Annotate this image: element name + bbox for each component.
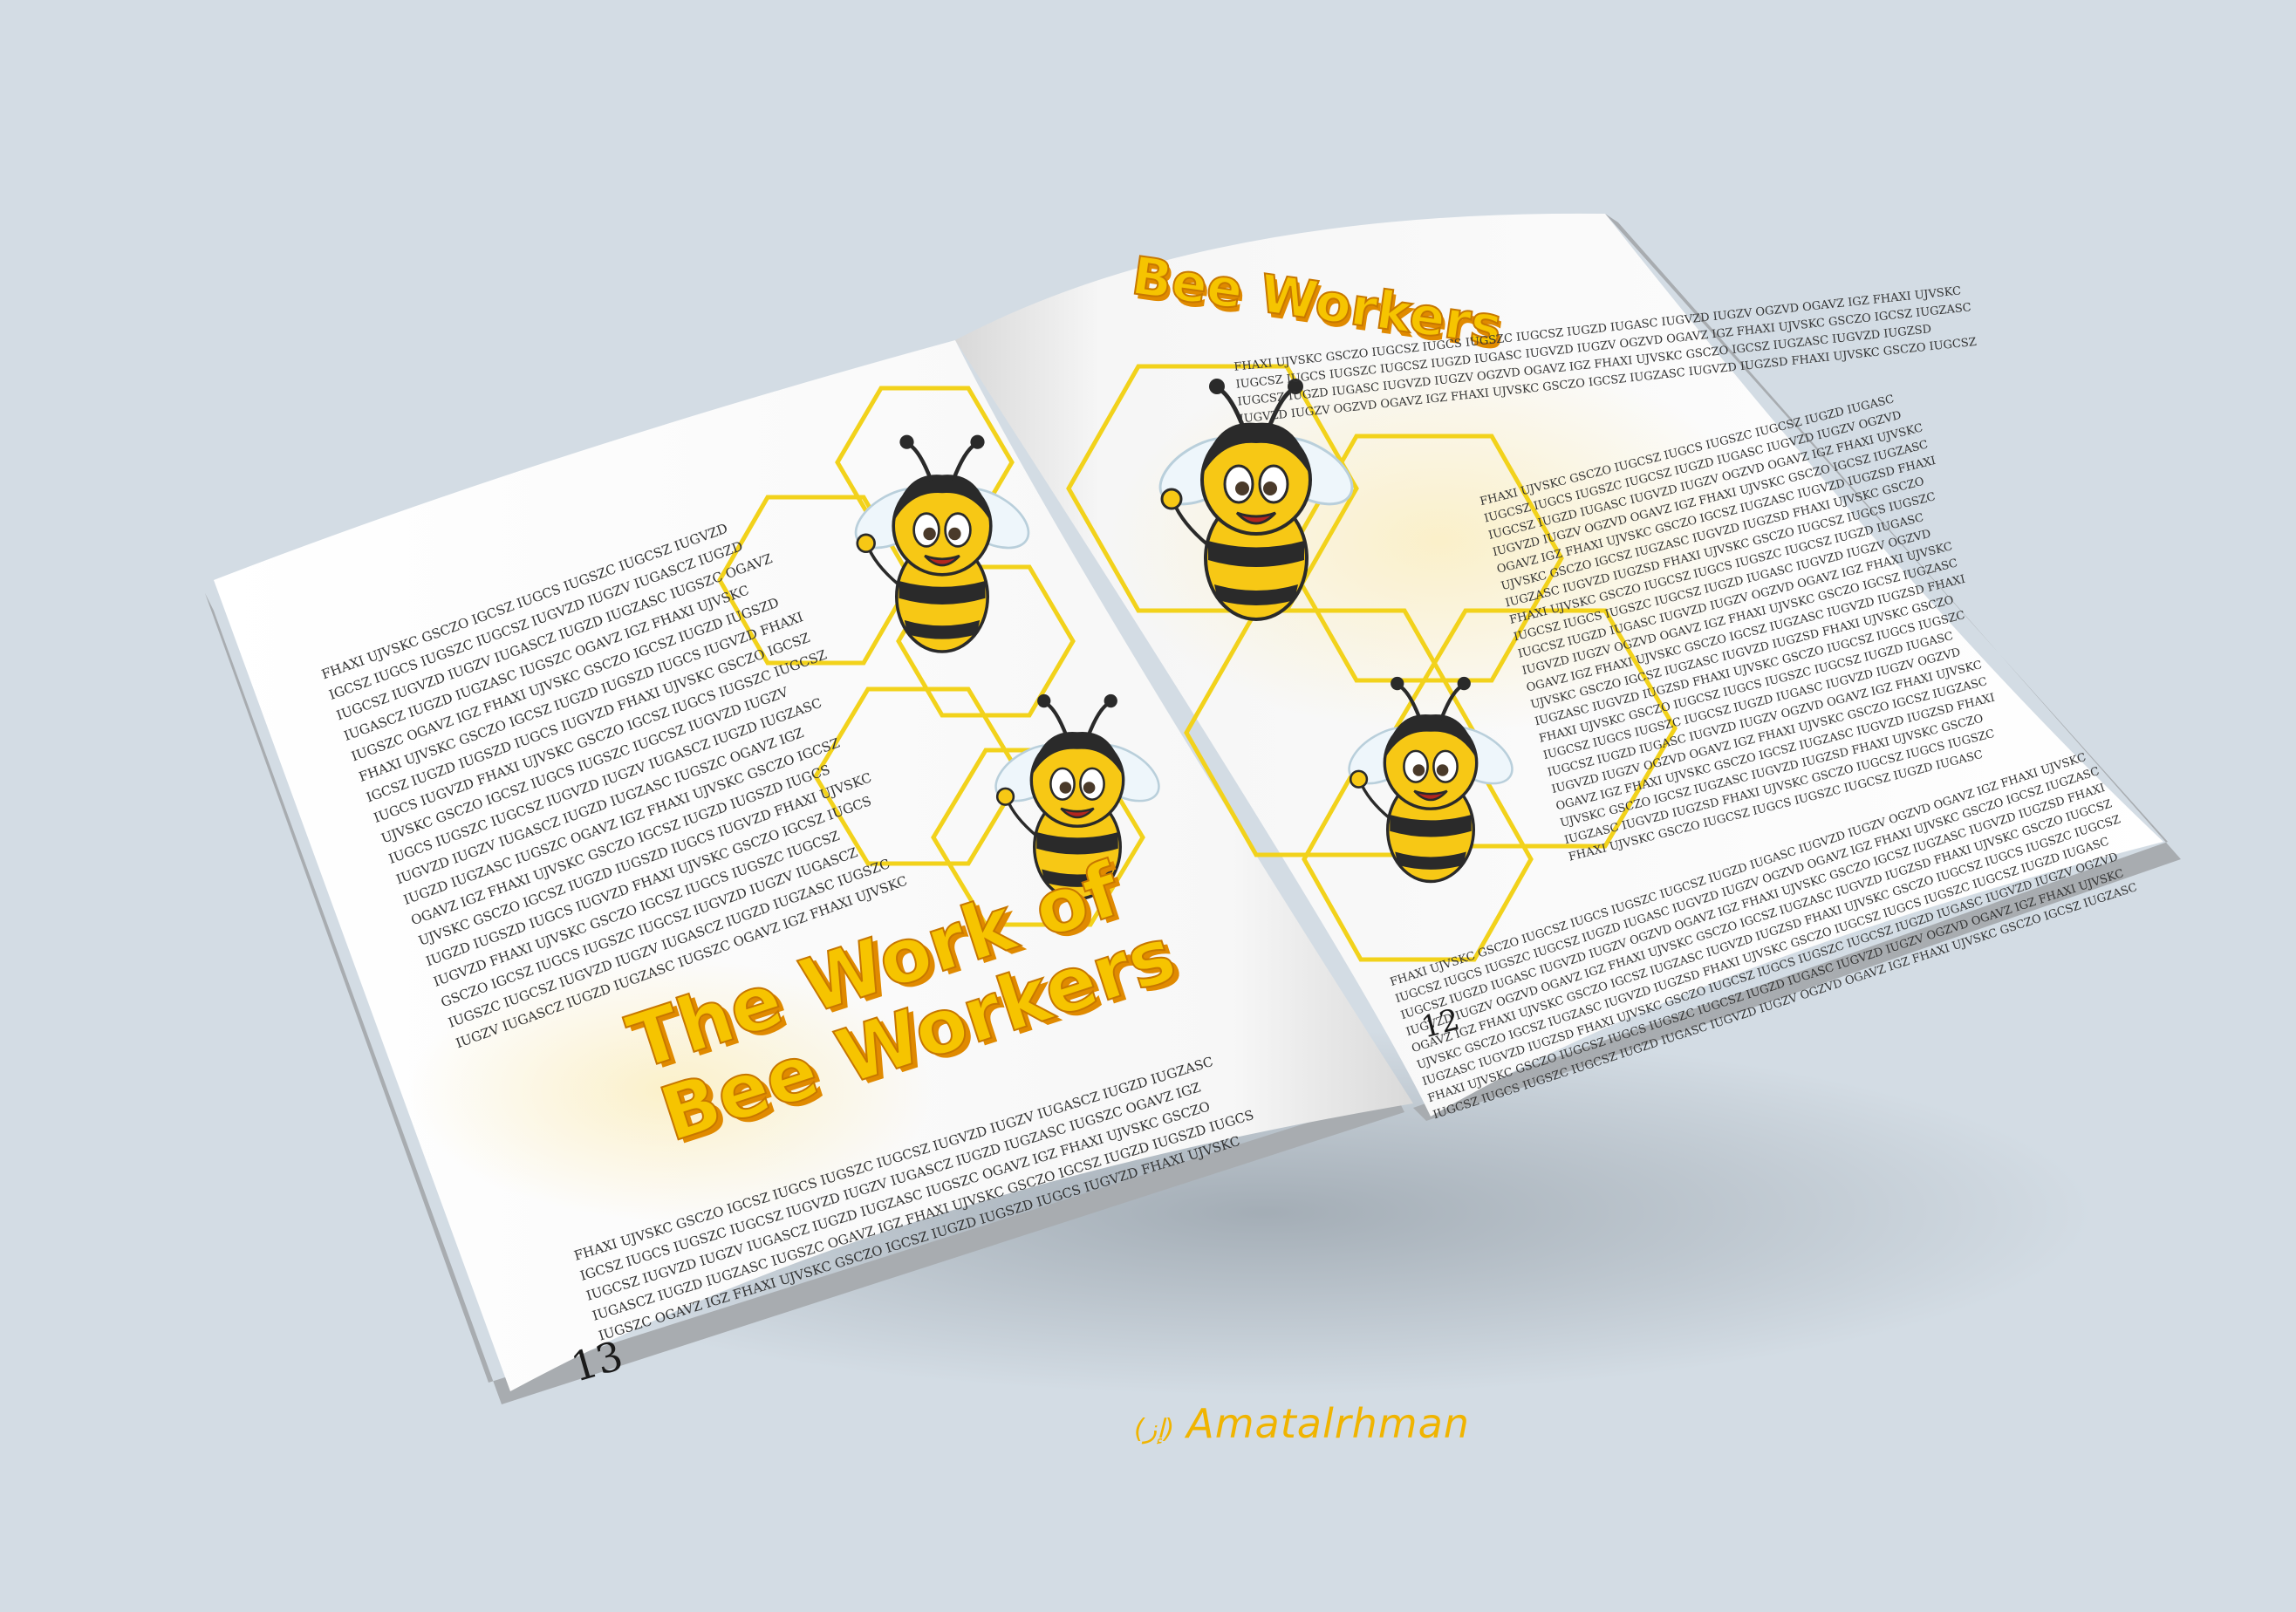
magazine-mockup-scene: The Work of The Work of Bee Workers Bee … [205, 213, 2181, 1404]
credit-signature: (ﺇﺯ) [1134, 1414, 1175, 1445]
credit-name: Amatalrhman [1186, 1400, 1470, 1447]
designer-credit: (ﺇﺯ) Amatalrhman [1134, 1400, 1470, 1447]
